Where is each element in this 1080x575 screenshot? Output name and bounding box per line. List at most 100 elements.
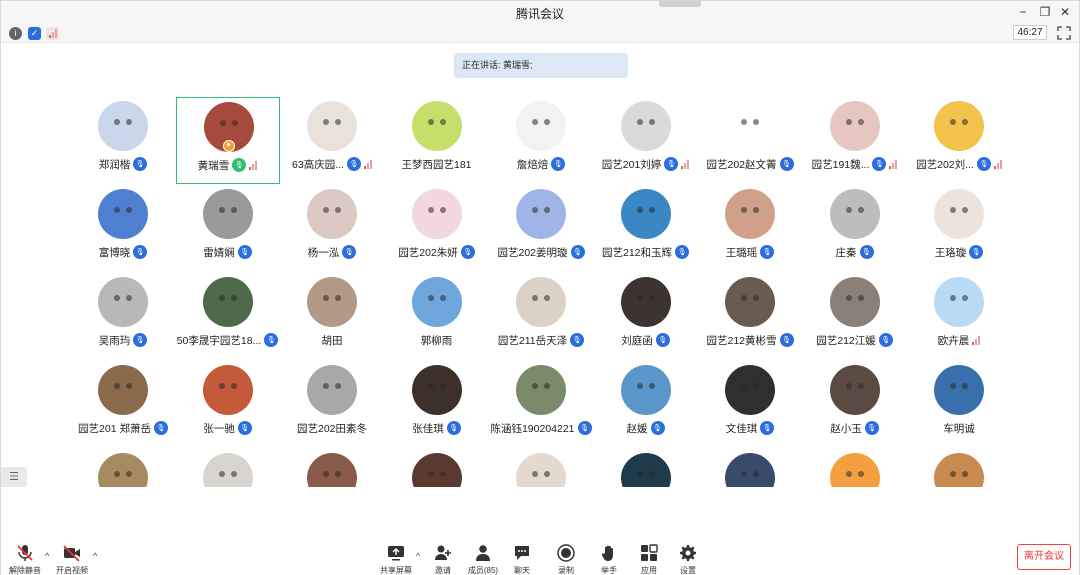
invite-button[interactable]: 邀请 [421, 544, 465, 575]
participant-avatar [202, 365, 253, 415]
participant-tile[interactable]: 园艺201刘婷 🎙 [594, 97, 698, 184]
participant-label-row: 文佳琪 🎙 [698, 420, 802, 436]
participant-tile[interactable]: 王珞璇 🎙 [907, 185, 1009, 272]
start-video-button[interactable]: 开启视频 [50, 544, 94, 575]
mic-status-icon: 🎙 [976, 157, 991, 171]
title-bar[interactable]: 腾讯会议 − ❐ ✕ [1, 1, 1079, 23]
participant-tile[interactable]: 车明诚 [907, 361, 1009, 448]
participant-avatar [202, 277, 253, 327]
participant-avatar [620, 189, 671, 239]
participant-tile[interactable] [489, 449, 593, 487]
participant-tile[interactable]: 王璐瑶 🎙 [698, 185, 802, 272]
minimize-icon[interactable]: − [1015, 4, 1031, 20]
participant-tile[interactable]: 园艺201 郑萧岳 🎙 [71, 361, 175, 448]
participant-name: 园艺191魏... [811, 158, 870, 171]
chat-button[interactable]: 聊天 [500, 544, 544, 575]
security-shield-icon[interactable]: ✓ [28, 27, 41, 40]
meeting-info-icon[interactable]: i [9, 27, 22, 40]
participant-tile[interactable]: 50李晟宇园艺18... 🎙 [176, 273, 280, 360]
participant-avatar [307, 189, 357, 239]
record-button[interactable]: 录制 [544, 544, 588, 575]
participant-tile[interactable]: 庄秦 🎙 [803, 185, 907, 272]
settings-button[interactable]: 设置 [666, 544, 710, 575]
leave-meeting-button[interactable]: 离开会议 [1017, 544, 1071, 570]
participant-label-row: 陈涵钰190204221 🎙 [489, 420, 593, 436]
network-signal-icon [889, 159, 898, 169]
participant-tile[interactable]: 赵小玉 🎙 [803, 361, 907, 448]
unmute-button[interactable]: 解除静音 [3, 544, 47, 575]
participant-tile[interactable]: 文佳琪 🎙 [698, 361, 802, 448]
participant-tile[interactable]: 张佳琪 🎙 [385, 361, 489, 448]
participant-tile[interactable]: 赵媛 🎙 [594, 361, 698, 448]
mic-status-icon: 🎙 [237, 245, 252, 259]
participant-label-row: 园艺212黄彬雪 🎙 [698, 332, 802, 348]
participant-label-row: 园艺201 郑萧岳 🎙 [71, 420, 175, 436]
gear-icon [680, 545, 696, 561]
participant-tile[interactable]: 园艺212和玉辉 🎙 [594, 185, 698, 272]
participant-tile[interactable]: 园艺212江媛 🎙 [803, 273, 907, 360]
members-button[interactable]: 成员(85) [461, 544, 505, 575]
invite-user-icon [435, 545, 451, 560]
participant-tile[interactable]: 吴雨玙 🎙 [71, 273, 175, 360]
participant-label-row: 王珞璇 🎙 [907, 244, 1009, 260]
participant-tile[interactable]: 郭柳雨 [385, 273, 489, 360]
participant-label-row: 雷婧娴 🎙 [176, 244, 280, 260]
mic-status-icon: 🎙 [779, 157, 794, 171]
participant-tile[interactable]: ★ 黄瑞雪 🎙 [175, 97, 280, 184]
participant-tile[interactable]: 郑润楷 🎙 [71, 97, 175, 184]
share-screen-button[interactable]: 共享屏幕 [374, 544, 418, 575]
participant-name: 园艺201 郑萧岳 [78, 422, 151, 435]
participant-tile[interactable] [71, 449, 175, 487]
participant-tile[interactable]: 杨一泓 🎙 [280, 185, 384, 272]
mic-status-icon: 🎙 [133, 245, 148, 259]
participant-avatar [934, 365, 984, 415]
participant-tile[interactable]: 胡田 [280, 273, 384, 360]
raise-hand-icon [601, 545, 613, 561]
participant-tile[interactable] [176, 449, 280, 487]
participant-tile[interactable] [385, 449, 489, 487]
mic-status-icon: 🎙 [664, 157, 679, 171]
participant-tile[interactable]: 63高庆园... 🎙 [280, 97, 384, 184]
network-signal-icon[interactable] [46, 27, 59, 40]
participant-tile[interactable]: 刘庭函 🎙 [594, 273, 698, 360]
participant-tile[interactable]: 欧卉晨 [907, 273, 1009, 360]
participant-tile[interactable] [594, 449, 698, 487]
mic-status-icon: 🎙 [133, 333, 148, 347]
participant-tile[interactable]: 詹焙焙 🎙 [489, 97, 593, 184]
participant-tile[interactable]: 园艺211岳天泽 🎙 [489, 273, 593, 360]
participant-tile[interactable]: 园艺212黄彬雪 🎙 [698, 273, 802, 360]
participant-avatar [829, 101, 880, 151]
close-icon[interactable]: ✕ [1057, 4, 1073, 20]
participant-name: 赵媛 [626, 422, 648, 435]
participant-label-row: 园艺202朱妍 🎙 [385, 244, 489, 260]
participant-tile[interactable]: 王梦西园艺181 [385, 97, 489, 184]
raise-hand-button[interactable]: 举手 [587, 544, 631, 575]
participant-tile[interactable]: 园艺191魏... 🎙 [803, 97, 907, 184]
participant-tile[interactable]: 园艺202朱妍 🎙 [385, 185, 489, 272]
record-icon [557, 544, 575, 562]
fullscreen-icon[interactable] [1057, 26, 1071, 40]
participant-tile[interactable]: 陈涵钰190204221 🎙 [489, 361, 593, 448]
restore-icon[interactable]: ❐ [1037, 4, 1053, 20]
participant-label-row: 杨一泓 🎙 [280, 244, 384, 260]
participant-tile[interactable] [907, 449, 1009, 487]
participant-tile[interactable]: 园艺202刘... 🎙 [907, 97, 1009, 184]
mic-status-icon: 🎙 [570, 333, 585, 347]
participant-tile[interactable]: 园艺202姜明璇 🎙 [489, 185, 593, 272]
participant-tile[interactable]: 张一驰 🎙 [176, 361, 280, 448]
participant-tile[interactable] [803, 449, 907, 487]
participant-tile[interactable] [698, 449, 802, 487]
participant-tile[interactable] [280, 449, 384, 487]
audio-options-chevron-icon[interactable]: ^ [45, 551, 49, 561]
list-view-icon[interactable]: ☰ [1, 467, 27, 487]
video-options-chevron-icon[interactable]: ^ [93, 551, 97, 561]
participant-avatar [98, 365, 148, 415]
participant-tile[interactable]: 园艺202田素冬 [280, 361, 384, 448]
participant-tile[interactable]: 富博晓 🎙 [71, 185, 175, 272]
participant-label-row: 张一驰 🎙 [176, 420, 280, 436]
participant-tile[interactable]: 雷婧娴 🎙 [176, 185, 280, 272]
participant-tile[interactable]: 园艺202赵文菁 🎙 [698, 97, 802, 184]
speaking-indicator: 正在讲话: 黄瑞雪; [454, 53, 628, 78]
share-options-chevron-icon[interactable]: ^ [416, 551, 420, 561]
apps-button[interactable]: 应用 [627, 544, 671, 575]
